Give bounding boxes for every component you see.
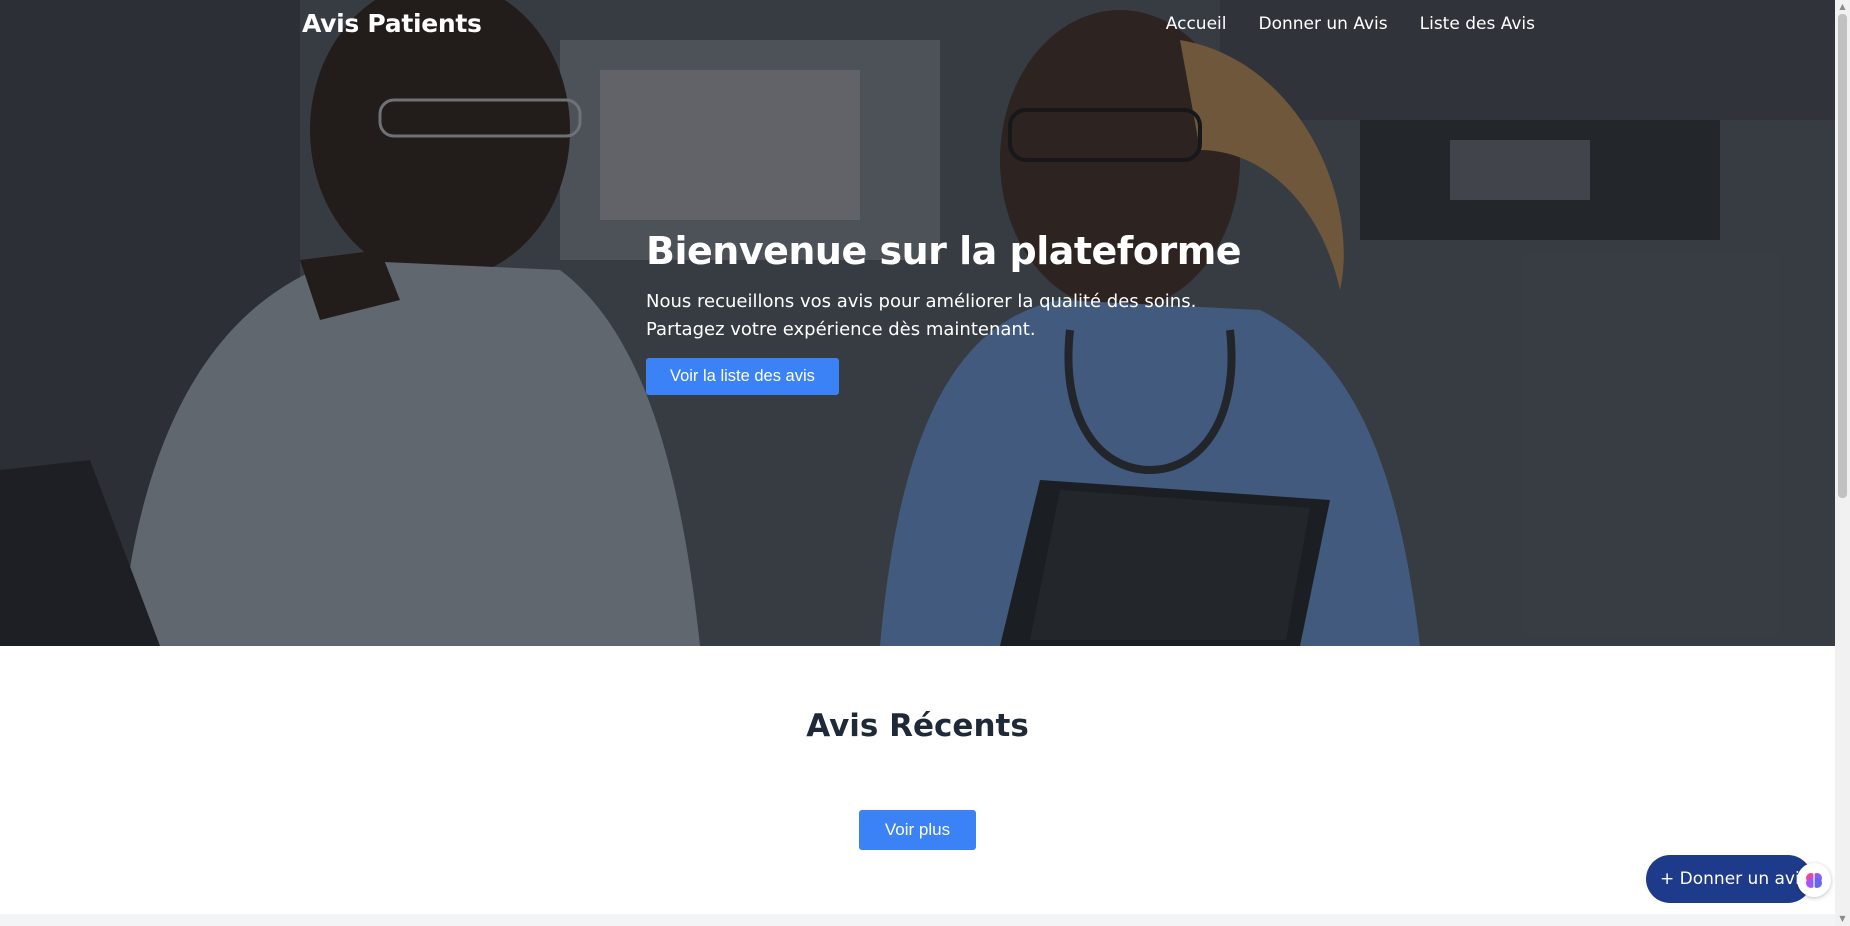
hero-content: Bienvenue sur la plateforme Nous recueil…: [646, 228, 1246, 395]
nav-link-donner-avis[interactable]: Donner un Avis: [1259, 14, 1388, 34]
brain-icon-graphic: [1806, 873, 1822, 888]
brain-icon[interactable]: [1797, 863, 1831, 897]
hero-subtitle: Nous recueillons vos avis pour améliorer…: [646, 288, 1246, 344]
hero-section: Avis Patients Accueil Donner un Avis Lis…: [0, 0, 1835, 646]
nav-link-liste-avis[interactable]: Liste des Avis: [1420, 14, 1535, 34]
scroll-up-icon[interactable]: ▲: [1838, 2, 1847, 12]
hero-title: Bienvenue sur la plateforme: [646, 229, 1242, 273]
hero-subtitle-line1: Nous recueillons vos avis pour améliorer…: [646, 291, 1197, 312]
page-scrollbar[interactable]: ▲ ▼: [1835, 0, 1850, 926]
give-review-fab[interactable]: + Donner un avis: [1646, 855, 1812, 903]
view-reviews-button[interactable]: Voir la liste des avis: [646, 358, 839, 395]
nav-links: Accueil Donner un Avis Liste des Avis: [1166, 14, 1535, 34]
see-more-button[interactable]: Voir plus: [859, 810, 976, 850]
scrollbar-thumb[interactable]: [1838, 14, 1847, 498]
top-navigation: Avis Patients Accueil Donner un Avis Lis…: [0, 0, 1835, 52]
footer-strip: [0, 914, 1835, 926]
hero-subtitle-line2: Partagez votre expérience dès maintenant…: [646, 319, 1036, 340]
scroll-down-icon[interactable]: ▼: [1838, 914, 1847, 924]
brand-logo[interactable]: Avis Patients: [302, 9, 482, 38]
nav-link-accueil[interactable]: Accueil: [1166, 14, 1227, 34]
recent-reviews-title: Avis Récents: [806, 708, 1029, 744]
recent-reviews-section: Avis Récents Voir plus: [0, 646, 1835, 914]
